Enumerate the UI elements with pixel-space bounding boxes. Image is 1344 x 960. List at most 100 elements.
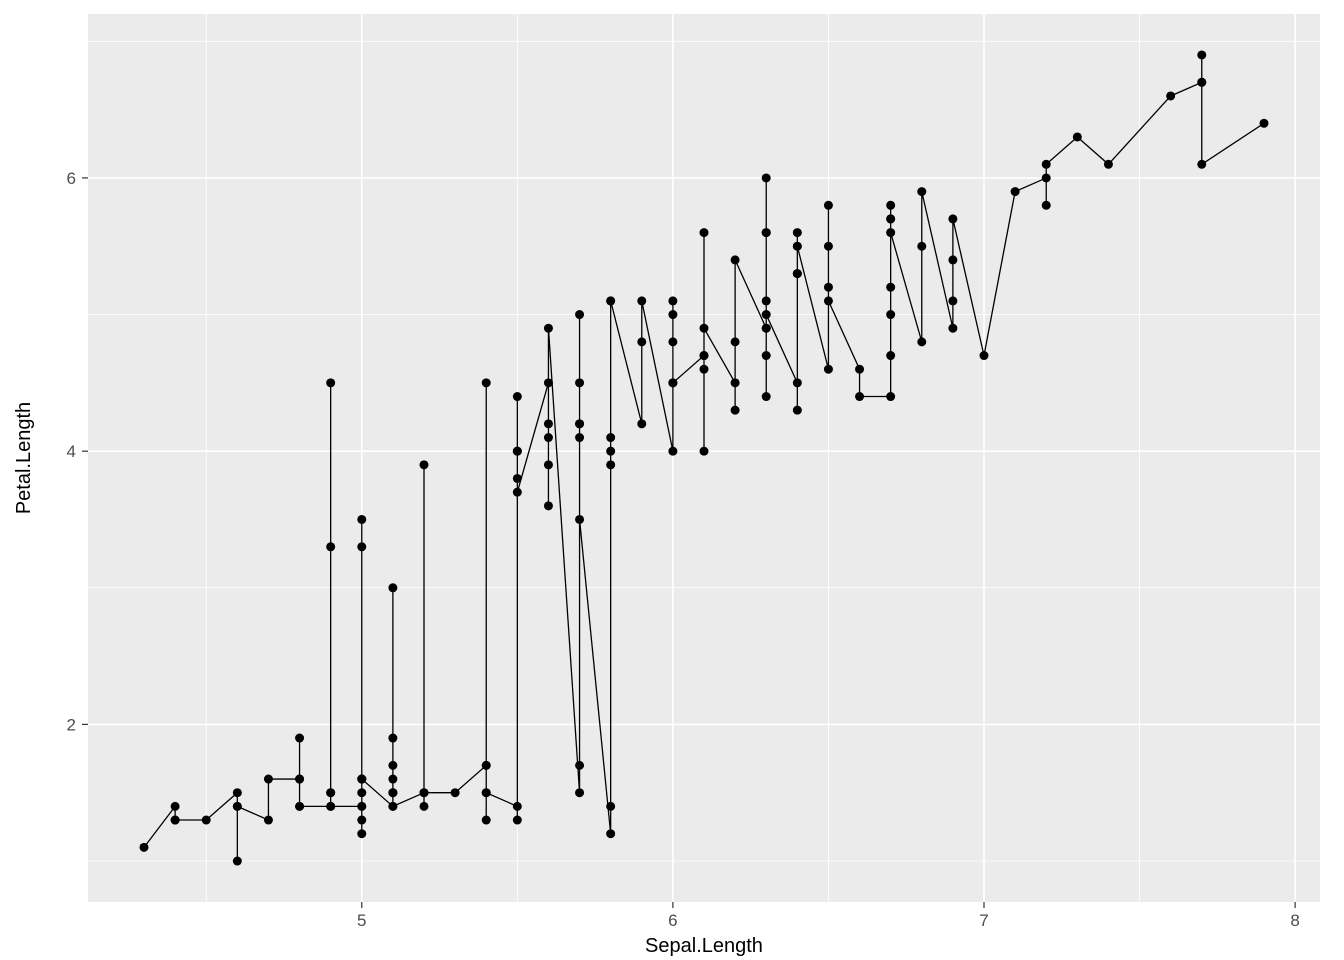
data-point [637,419,646,428]
data-point [731,337,740,346]
y-tick-label: 4 [67,442,76,461]
data-point [513,447,522,456]
data-point [1197,78,1206,87]
data-point [1197,160,1206,169]
data-point [762,296,771,305]
data-point [233,788,242,797]
data-point [668,310,677,319]
data-point [388,583,397,592]
x-tick-label: 7 [979,911,988,930]
data-point [824,242,833,251]
scatter-line-chart: 5678246Sepal.LengthPetal.Length [0,0,1344,960]
data-point [700,228,709,237]
data-point [1042,173,1051,182]
data-point [388,734,397,743]
data-point [326,378,335,387]
data-point [1042,201,1051,210]
data-point [420,788,429,797]
data-point [886,228,895,237]
data-point [482,378,491,387]
data-point [700,447,709,456]
data-point [295,802,304,811]
data-point [202,816,211,825]
data-point [606,829,615,838]
data-point [824,296,833,305]
data-point [824,201,833,210]
data-point [793,378,802,387]
data-point [948,324,957,333]
data-point [700,365,709,374]
data-point [762,173,771,182]
data-point [1011,187,1020,196]
data-point [388,802,397,811]
data-point [824,283,833,292]
data-point [233,857,242,866]
y-axis-label: Petal.Length [13,402,35,514]
data-point [606,802,615,811]
data-point [948,255,957,264]
data-point [886,351,895,360]
data-point [171,816,180,825]
data-point [357,788,366,797]
x-tick-label: 6 [668,911,677,930]
data-point [482,816,491,825]
data-point [513,392,522,401]
data-point [606,447,615,456]
data-point [668,447,677,456]
data-point [326,788,335,797]
data-point [917,187,926,196]
data-point [357,515,366,524]
data-point [886,201,895,210]
data-point [1042,160,1051,169]
data-point [980,351,989,360]
data-point [544,433,553,442]
data-point [575,761,584,770]
data-point [326,542,335,551]
data-point [1104,160,1113,169]
data-point [917,337,926,346]
data-point [388,788,397,797]
data-point [388,761,397,770]
data-point [326,802,335,811]
data-point [575,433,584,442]
data-point [482,788,491,797]
data-point [513,474,522,483]
data-point [668,337,677,346]
data-point [171,802,180,811]
data-point [762,392,771,401]
series-points [140,50,1269,865]
data-point [513,488,522,497]
data-point [1197,50,1206,59]
data-point [886,214,895,223]
plot-svg: 5678246Sepal.LengthPetal.Length [0,0,1344,960]
data-point [886,283,895,292]
data-point [544,378,553,387]
data-point [606,433,615,442]
data-line [144,55,1264,861]
data-point [264,816,273,825]
data-point [451,788,460,797]
data-point [575,788,584,797]
data-point [575,310,584,319]
data-point [420,802,429,811]
data-point [637,296,646,305]
data-point [1260,119,1269,128]
data-point [668,296,677,305]
data-point [886,392,895,401]
x-tick-label: 5 [357,911,366,930]
data-point [295,734,304,743]
data-point [420,460,429,469]
y-tick-label: 2 [67,715,76,734]
data-point [513,816,522,825]
data-point [575,378,584,387]
data-point [637,337,646,346]
gridlines [88,14,1320,902]
data-point [762,310,771,319]
data-point [731,255,740,264]
data-point [700,324,709,333]
data-point [140,843,149,852]
data-point [544,460,553,469]
data-point [886,310,895,319]
data-point [575,515,584,524]
data-point [824,365,833,374]
